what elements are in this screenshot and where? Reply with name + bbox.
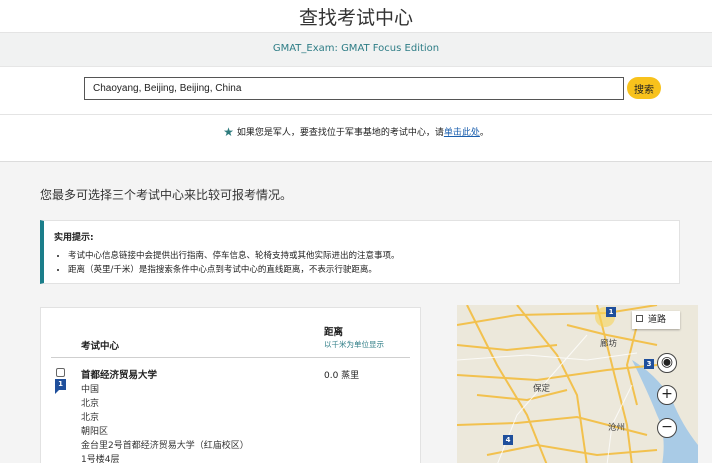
star-icon: ★ bbox=[223, 125, 234, 139]
search-band: 搜索 bbox=[0, 67, 712, 115]
address-line: 1号楼4层 bbox=[81, 455, 120, 463]
map-pin-icon: 1 bbox=[55, 379, 66, 390]
page-title: 查找考试中心 bbox=[298, 7, 413, 29]
map-city-label: 保定 bbox=[533, 384, 551, 394]
map-pin-icon[interactable]: 4 bbox=[503, 435, 513, 445]
road-layer-toggle[interactable]: 道路 bbox=[632, 311, 680, 329]
address-line: 北京 bbox=[81, 413, 100, 423]
military-suffix: 。 bbox=[479, 128, 489, 138]
header-bar: 查找考试中心 bbox=[0, 0, 712, 33]
intro-text: 您最多可选择三个考试中心来比较可报考情况。 bbox=[40, 188, 293, 202]
exam-name: GMAT_Exam: GMAT Focus Edition bbox=[272, 43, 440, 54]
zoom-in-button[interactable]: + bbox=[657, 385, 677, 405]
tips-list: 考试中心信息链接中会提供出行指南、停车信息、轮椅支持或其他实际进出的注意事项。 … bbox=[68, 249, 400, 277]
select-center-checkbox[interactable] bbox=[56, 368, 65, 377]
map-city-label: 廊坊 bbox=[600, 339, 618, 349]
road-label: 道路 bbox=[648, 315, 667, 325]
military-text: 如果您是军人，要查找位于军事基地的考试中心，请 bbox=[236, 128, 444, 138]
military-link[interactable]: 单击此处 bbox=[444, 128, 480, 138]
results-table: 考试中心 距离 以千米为单位显示 1 首都经济贸易大学 中国 北京 北京 朝阳区… bbox=[40, 307, 421, 463]
address-line: 朝阳区 bbox=[81, 427, 109, 437]
pin-tail bbox=[55, 390, 59, 394]
map-pin-icon[interactable]: 3 bbox=[644, 359, 654, 369]
military-notice: ★ 如果您是军人，要查找位于军事基地的考试中心，请单击此处。 bbox=[0, 115, 712, 162]
zoom-out-button[interactable]: − bbox=[657, 418, 677, 438]
location-search-input[interactable] bbox=[84, 77, 624, 100]
exam-band: GMAT_Exam: GMAT Focus Edition bbox=[0, 33, 712, 67]
map-city-label: 沧州 bbox=[608, 423, 626, 433]
column-header-center: 考试中心 bbox=[81, 341, 120, 352]
column-header-distance: 距离 bbox=[324, 327, 344, 338]
map-pin-icon[interactable]: 1 bbox=[606, 307, 616, 317]
address-line: 中国 bbox=[81, 385, 100, 395]
address-line: 金台里2号首都经济贸易大学（红庙校区） bbox=[81, 441, 249, 451]
map-view[interactable]: 道路 廊坊 保定 沧州 1 3 4 ◉ + − bbox=[457, 305, 698, 463]
locate-icon[interactable]: ◉ bbox=[657, 353, 677, 373]
divider bbox=[51, 357, 410, 358]
center-name[interactable]: 首都经济贸易大学 bbox=[81, 367, 157, 381]
address-line: 北京 bbox=[81, 399, 100, 409]
search-button[interactable]: 搜索 bbox=[627, 77, 661, 99]
tip-item: 考试中心信息链接中会提供出行指南、停车信息、轮椅支持或其他实际进出的注意事项。 bbox=[68, 249, 400, 263]
checkbox-icon bbox=[636, 315, 643, 322]
tips-box: 实用提示: 考试中心信息链接中会提供出行指南、停车信息、轮椅支持或其他实际进出的… bbox=[40, 220, 680, 284]
center-distance: 0.0 蒸里 bbox=[324, 371, 360, 381]
distance-unit-note: 以千米为单位显示 bbox=[324, 340, 384, 349]
tip-item: 距离（英里/千米）是指搜索条件中心点到考试中心的直线距离，不表示行驶距离。 bbox=[68, 263, 400, 277]
military-line: ★ 如果您是军人，要查找位于军事基地的考试中心，请单击此处。 bbox=[0, 125, 712, 139]
tips-title: 实用提示: bbox=[54, 233, 94, 243]
